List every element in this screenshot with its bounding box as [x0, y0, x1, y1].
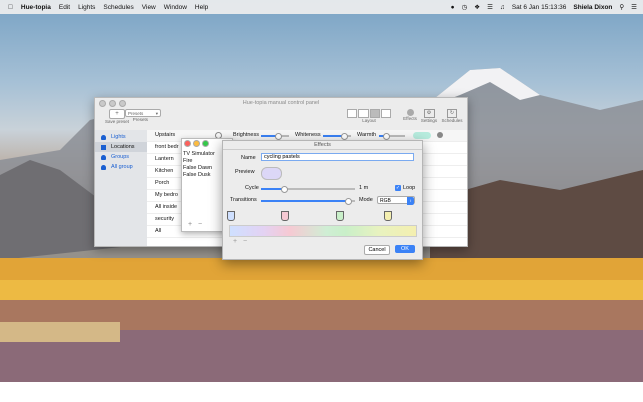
cancel-button[interactable]: Cancel: [364, 245, 390, 255]
mode-label: Mode: [359, 197, 373, 203]
clock-text[interactable]: Sat 6 Jan 15:13:36: [512, 4, 567, 11]
remove-keyframe-button[interactable]: −: [243, 238, 247, 245]
chevron-down-icon: ▾: [155, 111, 158, 116]
app-menu[interactable]: Hue-topia: [21, 4, 51, 11]
sidebar-item-locations[interactable]: Locations: [95, 142, 147, 152]
name-label: Name: [241, 155, 256, 161]
select-arrows-icon: ↕: [407, 197, 414, 205]
menu-edit[interactable]: Edit: [59, 4, 70, 11]
color-picker-icon[interactable]: [437, 132, 443, 138]
group-name: Upstairs: [155, 132, 176, 138]
keyframe-marker[interactable]: [336, 211, 344, 221]
zoom-button[interactable]: [119, 100, 126, 107]
sidebar-item-label: Groups: [111, 154, 130, 160]
menu-lights[interactable]: Lights: [78, 4, 95, 11]
lightbulb-icon: [101, 134, 106, 140]
close-button[interactable]: [99, 100, 106, 107]
lightbulb-icon: [101, 164, 106, 170]
transitions-label: Transitions: [230, 197, 257, 203]
minimize-button[interactable]: [193, 140, 200, 147]
sidebar-item-groups[interactable]: Groups: [95, 152, 147, 162]
user-name[interactable]: Shiela Dixon: [573, 4, 612, 11]
mode-select[interactable]: RGB ↕: [377, 196, 415, 205]
preview-label: Preview: [235, 169, 255, 175]
color-swatch[interactable]: [413, 132, 431, 139]
effects-icon[interactable]: [406, 109, 414, 116]
sidebar-item-lights[interactable]: Lights: [95, 132, 147, 142]
house-icon: [101, 144, 106, 150]
schedules-label: Schedules: [441, 118, 463, 123]
add-effect-button[interactable]: +: [188, 221, 192, 228]
wifi-icon[interactable]: ☰: [487, 3, 493, 11]
keyframe-marker[interactable]: [384, 211, 392, 221]
effect-name-input[interactable]: [261, 153, 414, 161]
volume-icon[interactable]: ♫: [500, 4, 505, 11]
add-keyframe-button[interactable]: +: [233, 238, 237, 245]
menu-bar:  Hue-topia Edit Lights Schedules View W…: [0, 0, 643, 14]
sidebar-item-label: All group: [111, 164, 133, 170]
sheet-title: Effects: [223, 141, 422, 150]
layout-label: Layout: [362, 118, 376, 123]
sidebar-item-label: Lights: [111, 134, 126, 140]
presets-select[interactable]: Presets ▾: [125, 109, 161, 117]
zoom-button[interactable]: [202, 140, 209, 147]
keyframe-marker[interactable]: [281, 211, 289, 221]
layout-segmented-control[interactable]: [347, 109, 391, 118]
settings-label: Settings: [420, 118, 438, 123]
minimize-button[interactable]: [109, 100, 116, 107]
loop-checkbox[interactable]: ✓: [395, 185, 401, 191]
bluetooth-icon[interactable]: ❖: [474, 3, 480, 11]
settings-icon[interactable]: ⚙: [423, 109, 435, 118]
loop-label: Loop: [403, 185, 416, 191]
ok-button[interactable]: OK: [395, 245, 415, 253]
menu-view[interactable]: View: [142, 4, 156, 11]
keyframe-marker[interactable]: [227, 211, 235, 221]
save-preset-button[interactable]: +: [109, 109, 125, 119]
schedules-icon[interactable]: ↻: [447, 109, 457, 118]
sidebar: Lights Locations Groups All group: [95, 130, 148, 246]
menu-window[interactable]: Window: [164, 4, 187, 11]
cycle-label: Cycle: [245, 185, 259, 191]
search-icon[interactable]: ⚲: [619, 3, 624, 11]
close-button[interactable]: [184, 140, 191, 147]
menu-help[interactable]: Help: [195, 4, 208, 11]
cycle-value: 1 m: [359, 185, 369, 191]
color-gradient-bar[interactable]: [229, 225, 417, 237]
hue-status-icon[interactable]: ●: [451, 4, 455, 11]
toolbar: + Save preset Presets ▾ Presets Layout E…: [95, 108, 467, 130]
sidebar-item-label: Locations: [111, 144, 135, 150]
time-machine-icon[interactable]: ◷: [462, 3, 468, 11]
window-title: Hue-topia manual control panel: [242, 100, 320, 106]
lightbulb-icon: [101, 154, 106, 160]
remove-effect-button[interactable]: −: [198, 221, 202, 228]
notification-icon[interactable]: ☰: [631, 3, 637, 11]
apple-icon[interactable]: : [8, 4, 13, 11]
effect-editor-sheet: Effects Name Preview Cycle 1 m ✓ Loop Tr…: [222, 140, 423, 260]
sidebar-item-all-group[interactable]: All group: [95, 162, 147, 172]
preview-swatch: [261, 167, 282, 180]
menu-schedules[interactable]: Schedules: [103, 4, 133, 11]
window-titlebar: Hue-topia manual control panel: [95, 98, 467, 108]
